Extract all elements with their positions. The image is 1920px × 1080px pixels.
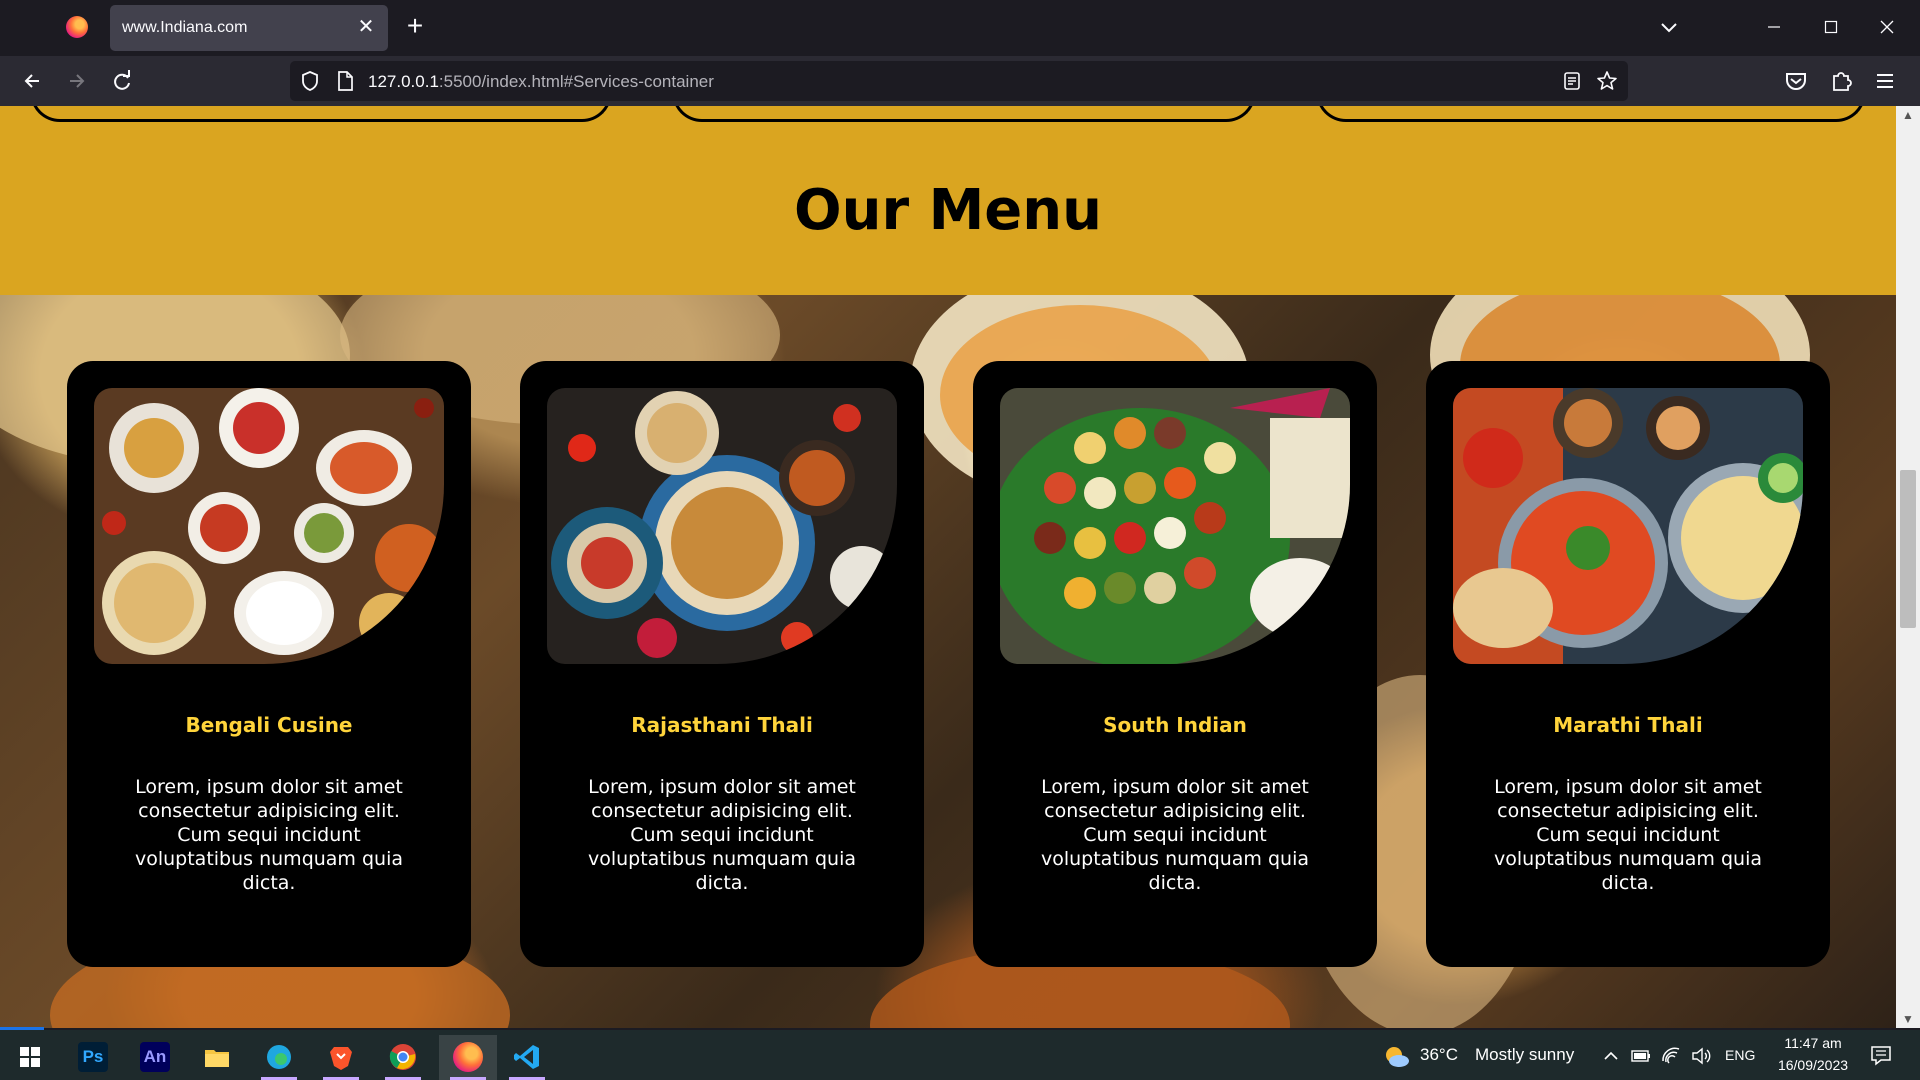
show-hidden-icons-chevron-up-icon[interactable] — [1600, 1045, 1622, 1067]
back-arrow-icon[interactable] — [17, 66, 47, 96]
card-description: Lorem, ipsum dolor sit amet consectetur … — [1040, 776, 1310, 894]
south-indian-food-image — [1000, 388, 1350, 664]
bookmark-star-icon[interactable] — [1596, 70, 1618, 92]
vscode-icon — [514, 1045, 539, 1069]
weather-sun-cloud-icon[interactable] — [1382, 1043, 1410, 1069]
card-title: Bengali Cusine — [185, 713, 353, 737]
taskbar-edge[interactable] — [253, 1035, 305, 1080]
scroll-up-arrow-icon[interactable]: ▲ — [1896, 106, 1920, 124]
taskbar-animate[interactable]: An — [129, 1035, 181, 1080]
weather-temp[interactable]: 36°C — [1420, 1045, 1458, 1065]
scrollbar-thumb[interactable] — [1900, 470, 1916, 628]
shield-icon[interactable] — [299, 70, 321, 92]
menu-card-south-indian[interactable]: South Indian Lorem, ipsum dolor sit amet… — [973, 361, 1377, 967]
card-description: Lorem, ipsum dolor sit amet consectetur … — [134, 776, 404, 894]
taskbar-file-explorer[interactable] — [191, 1035, 243, 1080]
url-text[interactable]: 127.0.0.1:5500/index.html#Services-conta… — [368, 72, 714, 92]
animate-icon: An — [140, 1042, 170, 1072]
menu-hamburger-icon[interactable] — [1870, 66, 1900, 96]
previous-section-card — [672, 106, 1256, 122]
start-icon — [20, 1047, 40, 1067]
page-icon — [338, 71, 353, 91]
url-host: 127.0.0.1 — [368, 72, 439, 91]
new-tab-plus-icon[interactable]: + — [400, 12, 430, 42]
page-viewport: Our Menu Bengali Cusine Lorem, ipsum dol… — [0, 106, 1896, 1028]
rajasthani-food-image — [547, 388, 897, 664]
file-explorer-icon — [205, 1050, 229, 1067]
browser-tab[interactable]: www.Indiana.com ✕ — [110, 5, 388, 51]
card-title: South Indian — [1103, 713, 1247, 737]
menu-card-bengali[interactable]: Bengali Cusine Lorem, ipsum dolor sit am… — [67, 361, 471, 967]
edge-icon — [267, 1045, 291, 1069]
url-path: :5500/index.html#Services-container — [438, 72, 714, 91]
taskbar-vscode[interactable] — [501, 1035, 553, 1080]
section-title: Our Menu — [793, 178, 1103, 243]
page-scrollbar[interactable]: ▲ ▼ — [1896, 106, 1920, 1028]
maximize-icon[interactable] — [1811, 10, 1851, 44]
forward-arrow-icon[interactable] — [62, 66, 92, 96]
reader-view-icon[interactable] — [1561, 70, 1583, 92]
minimize-icon[interactable] — [1754, 10, 1794, 44]
chrome-icon — [389, 1044, 416, 1070]
marathi-food-image — [1453, 388, 1803, 664]
card-description: Lorem, ipsum dolor sit amet consectetur … — [1493, 776, 1763, 894]
firefox-icon — [453, 1042, 483, 1072]
language-indicator[interactable]: ENG — [1725, 1047, 1755, 1063]
wifi-icon[interactable] — [1660, 1045, 1682, 1067]
notifications-icon[interactable] — [1868, 1042, 1894, 1068]
taskbar-chrome[interactable] — [377, 1035, 429, 1080]
windows-taskbar: Ps An 36°C Mostly sunny ENG 11:47 am 16/… — [0, 1030, 1920, 1080]
previous-section-card — [1316, 106, 1866, 122]
taskbar-photoshop[interactable]: Ps — [67, 1035, 119, 1080]
volume-icon[interactable] — [1690, 1045, 1712, 1067]
tab-title: www.Indiana.com — [122, 19, 248, 36]
card-description: Lorem, ipsum dolor sit amet consectetur … — [587, 776, 857, 894]
brave-icon — [330, 1047, 352, 1070]
firefox-logo-icon — [66, 16, 88, 38]
browser-nav-bar: 127.0.0.1:5500/index.html#Services-conta… — [0, 56, 1920, 106]
menu-card-rajasthani[interactable]: Rajasthani Thali Lorem, ipsum dolor sit … — [520, 361, 924, 967]
card-title: Marathi Thali — [1553, 713, 1703, 737]
menu-card-marathi[interactable]: Marathi Thali Lorem, ipsum dolor sit ame… — [1426, 361, 1830, 967]
bengali-food-image — [94, 388, 444, 664]
tab-close-icon[interactable]: ✕ — [354, 15, 378, 39]
clock-date[interactable]: 16/09/2023 — [1770, 1057, 1856, 1073]
clock-time[interactable]: 11:47 am — [1777, 1035, 1849, 1051]
scroll-down-arrow-icon[interactable]: ▼ — [1896, 1010, 1920, 1028]
weather-description[interactable]: Mostly sunny — [1475, 1045, 1574, 1065]
extensions-icon[interactable] — [1826, 66, 1856, 96]
browser-tab-bar: www.Indiana.com ✕ + — [0, 0, 1920, 56]
address-bar[interactable]: 127.0.0.1:5500/index.html#Services-conta… — [290, 61, 1628, 101]
tab-list-chevron-down-icon[interactable] — [1656, 14, 1682, 40]
window-close-icon[interactable] — [1867, 10, 1907, 44]
taskbar-firefox[interactable] — [439, 1035, 497, 1080]
reload-icon[interactable] — [107, 66, 137, 96]
pocket-icon[interactable] — [1781, 66, 1811, 96]
start-button[interactable] — [4, 1035, 56, 1080]
photoshop-icon: Ps — [78, 1042, 108, 1072]
card-title: Rajasthani Thali — [631, 713, 813, 737]
taskbar-brave[interactable] — [315, 1035, 367, 1080]
battery-icon[interactable] — [1630, 1045, 1652, 1067]
previous-section-card — [30, 106, 612, 122]
